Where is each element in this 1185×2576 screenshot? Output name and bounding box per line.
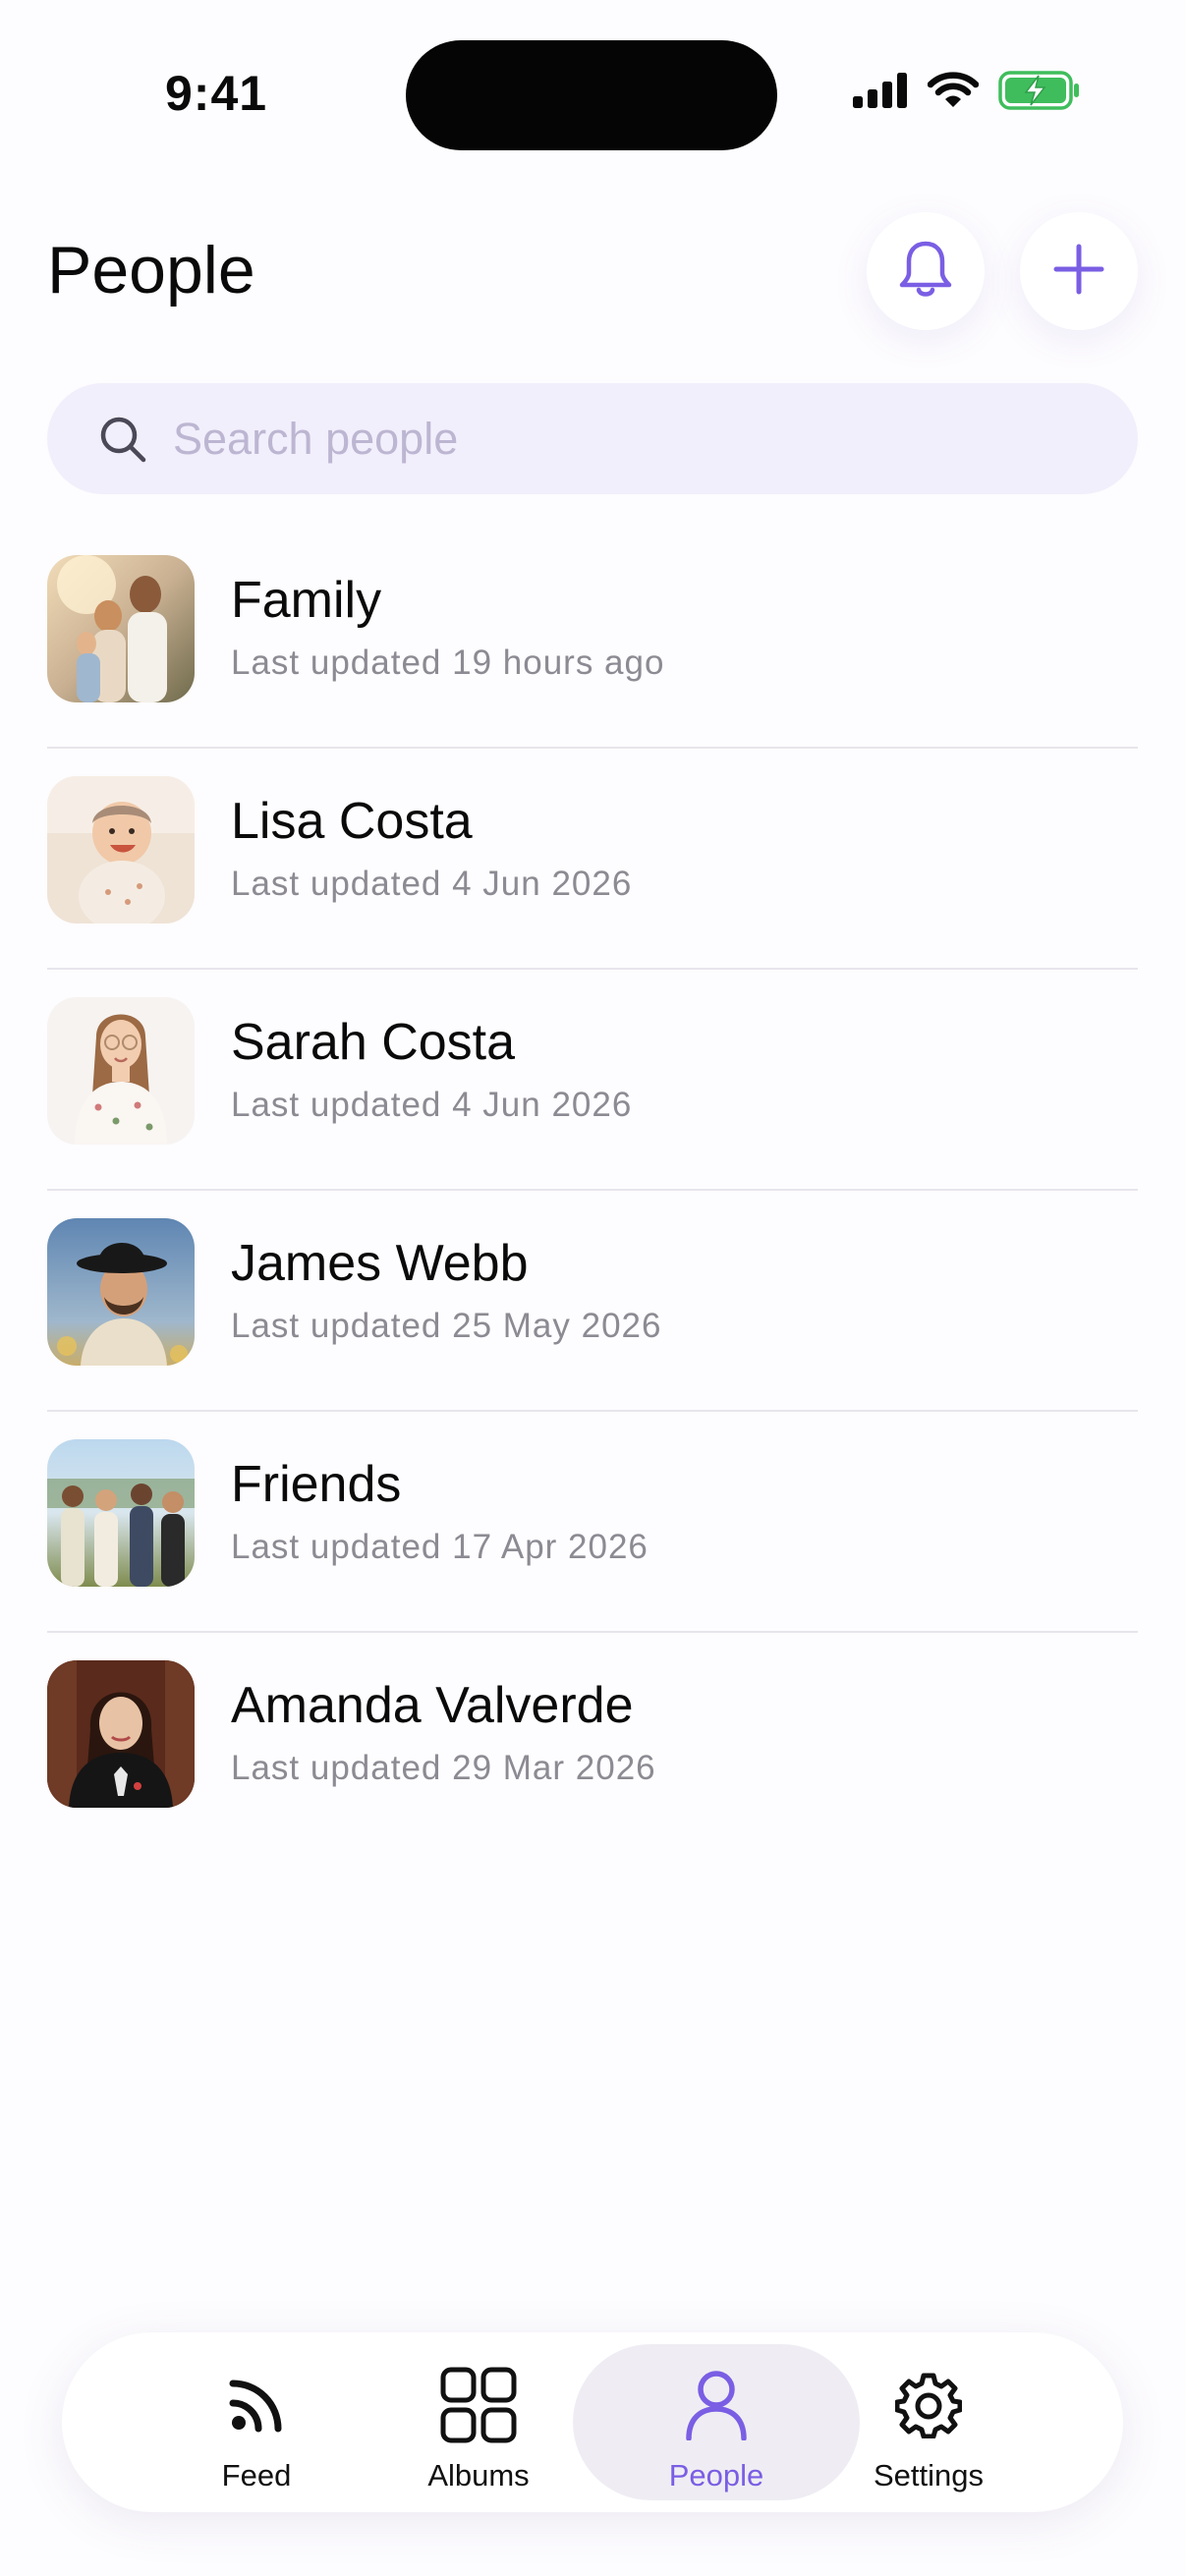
tab-settings[interactable]: Settings bbox=[785, 2344, 1072, 2500]
list-item[interactable]: Sarah Costa Last updated 4 Jun 2026 bbox=[47, 970, 1138, 1191]
person-icon bbox=[685, 2366, 748, 2444]
list-item[interactable]: Friends Last updated 17 Apr 2026 bbox=[47, 1412, 1138, 1633]
rss-feed-icon bbox=[227, 2366, 286, 2444]
list-item[interactable]: Family Last updated 19 hours ago bbox=[47, 528, 1138, 749]
page-title: People bbox=[47, 233, 255, 308]
notifications-button[interactable] bbox=[867, 212, 985, 330]
avatar-lisa-costa bbox=[47, 776, 195, 924]
search-bar[interactable] bbox=[47, 383, 1138, 494]
avatar-friends-photo bbox=[47, 1439, 195, 1587]
dynamic-island bbox=[406, 40, 777, 150]
bell-icon bbox=[896, 238, 955, 306]
search-icon bbox=[98, 415, 147, 464]
last-updated: Last updated 4 Jun 2026 bbox=[231, 1086, 633, 1124]
person-name: Lisa Costa bbox=[231, 793, 473, 850]
tab-label: Feed bbox=[221, 2458, 292, 2492]
tab-bar: Feed Albums People Settings bbox=[62, 2332, 1123, 2512]
add-button[interactable] bbox=[1020, 212, 1138, 330]
last-updated: Last updated 25 May 2026 bbox=[231, 1307, 662, 1345]
status-time: 9:41 bbox=[165, 66, 268, 121]
list-item[interactable]: Amanda Valverde Last updated 29 Mar 2026 bbox=[47, 1633, 1138, 1854]
list-item[interactable]: James Webb Last updated 25 May 2026 bbox=[47, 1191, 1138, 1412]
tab-label: People bbox=[668, 2458, 764, 2492]
cellular-signal-icon bbox=[853, 73, 908, 113]
person-name: Family bbox=[231, 572, 382, 629]
last-updated: Last updated 29 Mar 2026 bbox=[231, 1749, 656, 1787]
person-name: Amanda Valverde bbox=[231, 1677, 634, 1734]
avatar-sarah-costa bbox=[47, 997, 195, 1145]
avatar-amanda-valverde bbox=[47, 1660, 195, 1808]
person-name: Friends bbox=[231, 1456, 402, 1513]
plus-icon bbox=[1052, 243, 1105, 301]
list-item[interactable]: Lisa Costa Last updated 4 Jun 2026 bbox=[47, 749, 1138, 970]
status-bar: 9:41 bbox=[0, 0, 1185, 187]
last-updated: Last updated 17 Apr 2026 bbox=[231, 1528, 649, 1566]
gear-icon bbox=[895, 2366, 962, 2444]
tab-label: Settings bbox=[873, 2458, 984, 2492]
avatar-family-photo bbox=[47, 555, 195, 702]
person-name: Sarah Costa bbox=[231, 1014, 516, 1071]
person-name: James Webb bbox=[231, 1235, 529, 1292]
tab-label: Albums bbox=[427, 2458, 530, 2492]
last-updated: Last updated 19 hours ago bbox=[231, 644, 665, 682]
status-icons bbox=[853, 71, 1081, 115]
search-input[interactable] bbox=[173, 413, 1057, 465]
wifi-icon bbox=[927, 72, 980, 114]
grid-icon bbox=[440, 2366, 517, 2444]
battery-charging-icon bbox=[998, 71, 1081, 115]
avatar-james-webb bbox=[47, 1218, 195, 1366]
people-list: Family Last updated 19 hours ago Lisa Co… bbox=[47, 528, 1138, 1854]
last-updated: Last updated 4 Jun 2026 bbox=[231, 865, 633, 903]
